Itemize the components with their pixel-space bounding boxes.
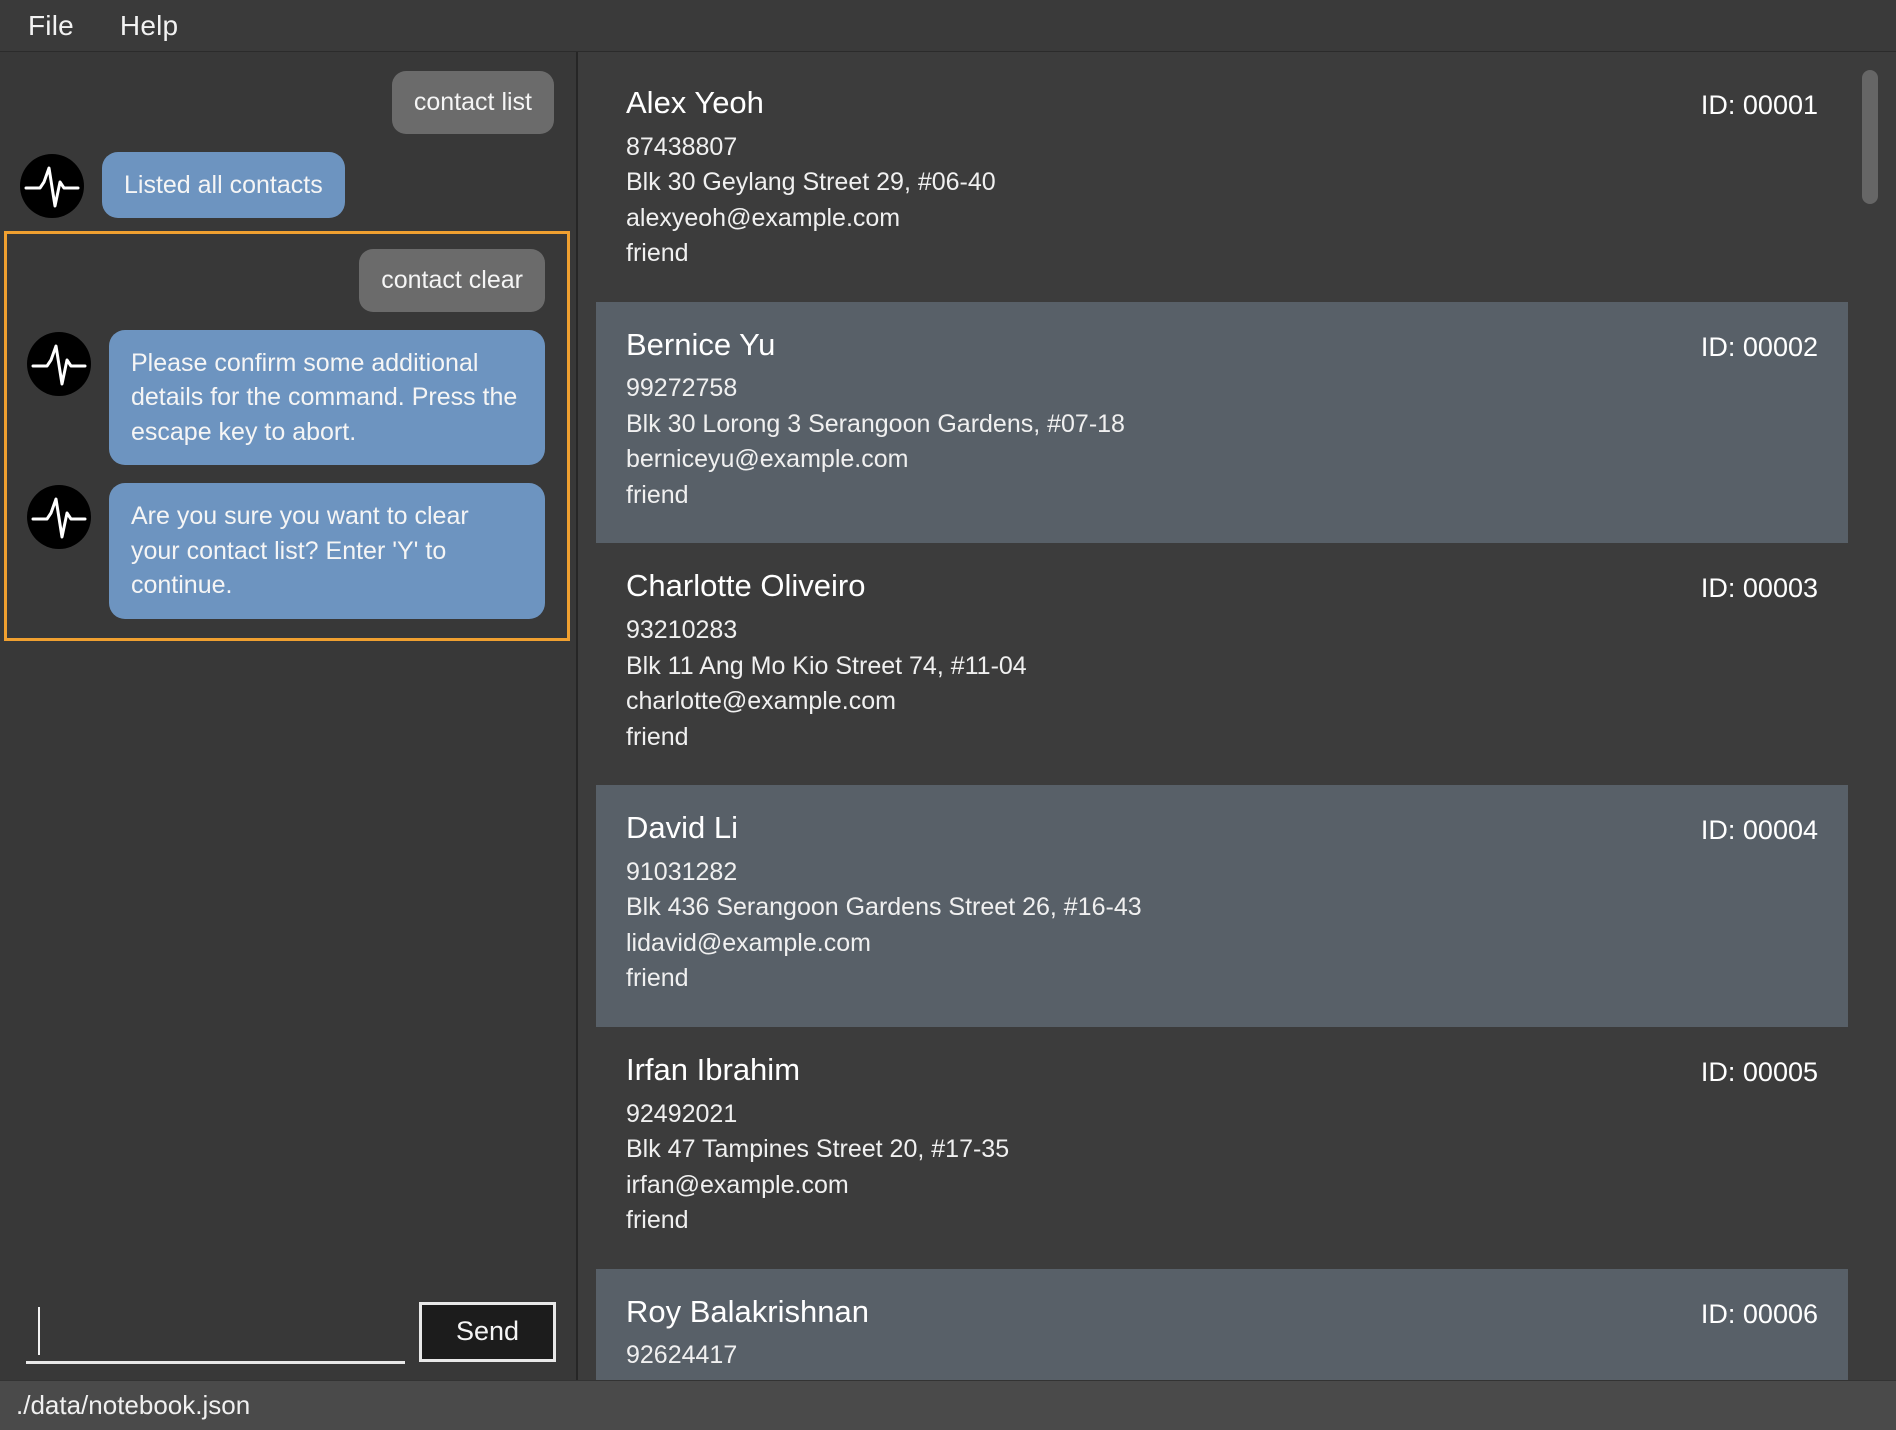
contact-card[interactable]: Bernice Yu 99272758 Blk 30 Lorong 3 Sera… xyxy=(596,301,1848,544)
contact-id: ID: 00003 xyxy=(1700,573,1818,604)
contact-phone: 99272758 xyxy=(626,374,738,403)
contact-name: Roy Balakrishnan xyxy=(626,1293,869,1329)
contact-address: Blk 30 Geylang Street 29, #06-40 xyxy=(626,168,996,197)
status-file-path: ./data/notebook.json xyxy=(16,1390,251,1420)
contact-card-container[interactable]: Alex Yeoh 87438807 Blk 30 Geylang Street… xyxy=(596,60,1848,1380)
contact-name: Bernice Yu xyxy=(626,326,776,362)
contact-email: alexyeoh@example.com xyxy=(626,203,901,232)
contact-info: Bernice Yu 99272758 Blk 30 Lorong 3 Sera… xyxy=(626,326,1125,514)
contact-phone: 87438807 xyxy=(626,132,738,161)
menu-item-help[interactable]: Help xyxy=(120,11,178,40)
bot-message-bubble: Are you sure you want to clear your cont… xyxy=(109,483,545,619)
contact-name: David Li xyxy=(626,810,738,846)
heartbeat-icon xyxy=(20,153,84,218)
contact-id: ID: 00006 xyxy=(1700,1298,1818,1329)
chat-panel: contact list Listed all contacts contact… xyxy=(0,52,578,1380)
command-input-wrapper[interactable] xyxy=(26,1300,405,1364)
contact-tag: friend xyxy=(626,722,689,751)
contact-address: Blk 436 Serangoon Gardens Street 26, #16… xyxy=(626,893,1142,922)
scrollbar-thumb[interactable] xyxy=(1862,70,1878,204)
command-input[interactable] xyxy=(26,1300,405,1361)
user-message-bubble: contact clear xyxy=(359,249,545,312)
contact-email: lidavid@example.com xyxy=(626,928,871,957)
message-composer: Send xyxy=(0,1284,576,1380)
contact-id: ID: 00004 xyxy=(1700,815,1818,846)
contact-tag: friend xyxy=(626,480,689,509)
contact-card[interactable]: Charlotte Oliveiro 93210283 Blk 11 Ang M… xyxy=(596,543,1848,786)
menu-item-file[interactable]: File xyxy=(28,11,74,40)
contact-tag: friend xyxy=(626,1206,689,1235)
bot-message-bubble: Listed all contacts xyxy=(102,151,345,218)
contact-phone: 91031282 xyxy=(626,857,738,886)
contact-name: Irfan Ibrahim xyxy=(626,1051,801,1087)
contact-email: charlotte@example.com xyxy=(626,687,896,716)
contact-id: ID: 00002 xyxy=(1700,331,1818,362)
status-bar: ./data/notebook.json xyxy=(0,1380,1896,1430)
contact-address: Blk 47 Tampines Street 20, #17-35 xyxy=(626,1135,1010,1164)
contact-tag: friend xyxy=(626,964,689,993)
contact-info: Alex Yeoh 87438807 Blk 30 Geylang Street… xyxy=(626,85,996,272)
contact-card[interactable]: David Li 91031282 Blk 436 Serangoon Gard… xyxy=(596,785,1848,1027)
contact-list-panel: Alex Yeoh 87438807 Blk 30 Geylang Street… xyxy=(578,52,1896,1380)
contact-email: irfan@example.com xyxy=(626,1170,849,1199)
bot-message-bubble: Please confirm some additional details f… xyxy=(109,329,545,465)
heartbeat-icon xyxy=(27,331,91,396)
contact-address: Blk 11 Ang Mo Kio Street 74, #11-04 xyxy=(626,651,1027,680)
contact-info: Charlotte Oliveiro 93210283 Blk 11 Ang M… xyxy=(626,569,1027,755)
chat-message-row: Listed all contacts xyxy=(0,143,576,228)
contact-id: ID: 00001 xyxy=(1700,90,1818,120)
contact-id: ID: 00005 xyxy=(1700,1056,1818,1087)
contact-list-scrollbar[interactable] xyxy=(1860,60,1880,1380)
contact-address: Blk 30 Lorong 3 Serangoon Gardens, #07-1… xyxy=(626,409,1125,438)
contact-card[interactable]: Irfan Ibrahim 92492021 Blk 47 Tampines S… xyxy=(596,1026,1848,1269)
contact-info: Roy Balakrishnan 92624417 xyxy=(626,1293,869,1374)
chat-message-row: Please confirm some additional details f… xyxy=(7,321,567,475)
send-button[interactable]: Send xyxy=(418,1302,556,1362)
contact-name: Alex Yeoh xyxy=(626,85,764,120)
menu-bar: File Help xyxy=(0,0,1896,52)
contact-phone: 92624417 xyxy=(626,1341,738,1370)
contact-phone: 92492021 xyxy=(626,1099,738,1128)
application-window: File Help contact list Listed all contac xyxy=(0,0,1896,1430)
chat-message-row: contact clear xyxy=(7,240,567,321)
chat-message-list[interactable]: contact list Listed all contacts contact… xyxy=(0,52,576,1284)
heartbeat-icon xyxy=(27,485,91,549)
contact-info: David Li 91031282 Blk 436 Serangoon Gard… xyxy=(626,810,1142,997)
contact-email: berniceyu@example.com xyxy=(626,445,909,474)
contact-info: Irfan Ibrahim 92492021 Blk 47 Tampines S… xyxy=(626,1051,1010,1239)
contact-name: Charlotte Oliveiro xyxy=(626,568,866,604)
contact-phone: 93210283 xyxy=(626,616,738,645)
chat-message-row: Are you sure you want to clear your cont… xyxy=(7,474,567,628)
highlighted-confirmation-group: contact clear Please confirm some additi… xyxy=(4,231,570,641)
contact-card[interactable]: Alex Yeoh 87438807 Blk 30 Geylang Street… xyxy=(596,60,1848,302)
chat-message-row: contact list xyxy=(0,62,576,143)
user-message-bubble: contact list xyxy=(391,71,554,134)
contact-card[interactable]: Roy Balakrishnan 92624417 ID: 00006 xyxy=(596,1268,1848,1380)
main-body: contact list Listed all contacts contact… xyxy=(0,52,1896,1380)
contact-tag: friend xyxy=(626,239,689,268)
